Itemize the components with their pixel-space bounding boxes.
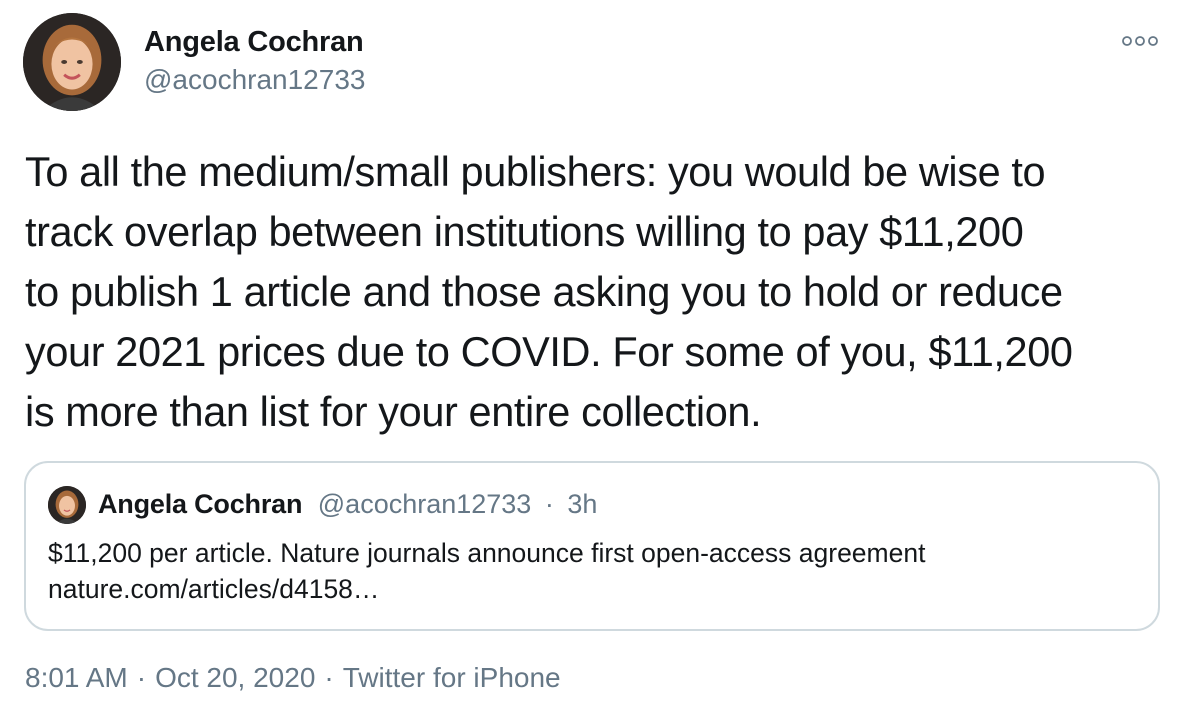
- footer-separator: ·: [136, 662, 147, 693]
- author-name[interactable]: Angela Cochran: [144, 26, 364, 59]
- tweet-source[interactable]: Twitter for iPhone: [343, 662, 561, 693]
- quoted-tweet-header: Angela Cochran @acochran12733 · 3h: [98, 487, 597, 521]
- tweet-text-line: your 2021 prices due to COVID. For some …: [25, 328, 1073, 375]
- footer-separator: ·: [324, 662, 334, 693]
- tweet-time[interactable]: 8:01 AM: [25, 662, 128, 693]
- avatar-photo: [48, 486, 86, 524]
- tweet-text-line: track overlap between institutions willi…: [25, 208, 1024, 255]
- quoted-author-handle: @acochran12733: [317, 489, 532, 519]
- more-horizontal-icon: [1122, 36, 1158, 46]
- quoted-author-avatar: [48, 486, 86, 524]
- tweet-text: To all the medium/small publishers: you …: [25, 142, 1165, 442]
- author-handle[interactable]: @acochran12733: [144, 64, 365, 96]
- avatar-photo: [23, 13, 121, 111]
- tweet-text-line: To all the medium/small publishers: you …: [25, 148, 1046, 195]
- quoted-tweet-card[interactable]: Angela Cochran @acochran12733 · 3h $11,2…: [24, 461, 1160, 631]
- quoted-tweet-text-line: $11,200 per article. Nature journals ann…: [48, 538, 926, 568]
- tweet-text-line: is more than list for your entire collec…: [25, 388, 762, 435]
- tweet-text-line: to publish 1 article and those asking yo…: [25, 268, 1063, 315]
- quoted-tweet-age: 3h: [567, 489, 598, 519]
- more-options-button[interactable]: [1118, 30, 1162, 52]
- quoted-meta-separator: ·: [544, 489, 554, 519]
- tweet-date[interactable]: Oct 20, 2020: [155, 662, 315, 693]
- quoted-tweet-link[interactable]: nature.com/articles/d4158…: [48, 571, 1138, 607]
- quoted-author-name: Angela Cochran: [98, 489, 303, 519]
- quoted-tweet-text: $11,200 per article. Nature journals ann…: [48, 535, 1138, 607]
- author-avatar[interactable]: [23, 13, 121, 111]
- tweet-footer: 8:01 AM · Oct 20, 2020 · Twitter for iPhone: [25, 662, 561, 694]
